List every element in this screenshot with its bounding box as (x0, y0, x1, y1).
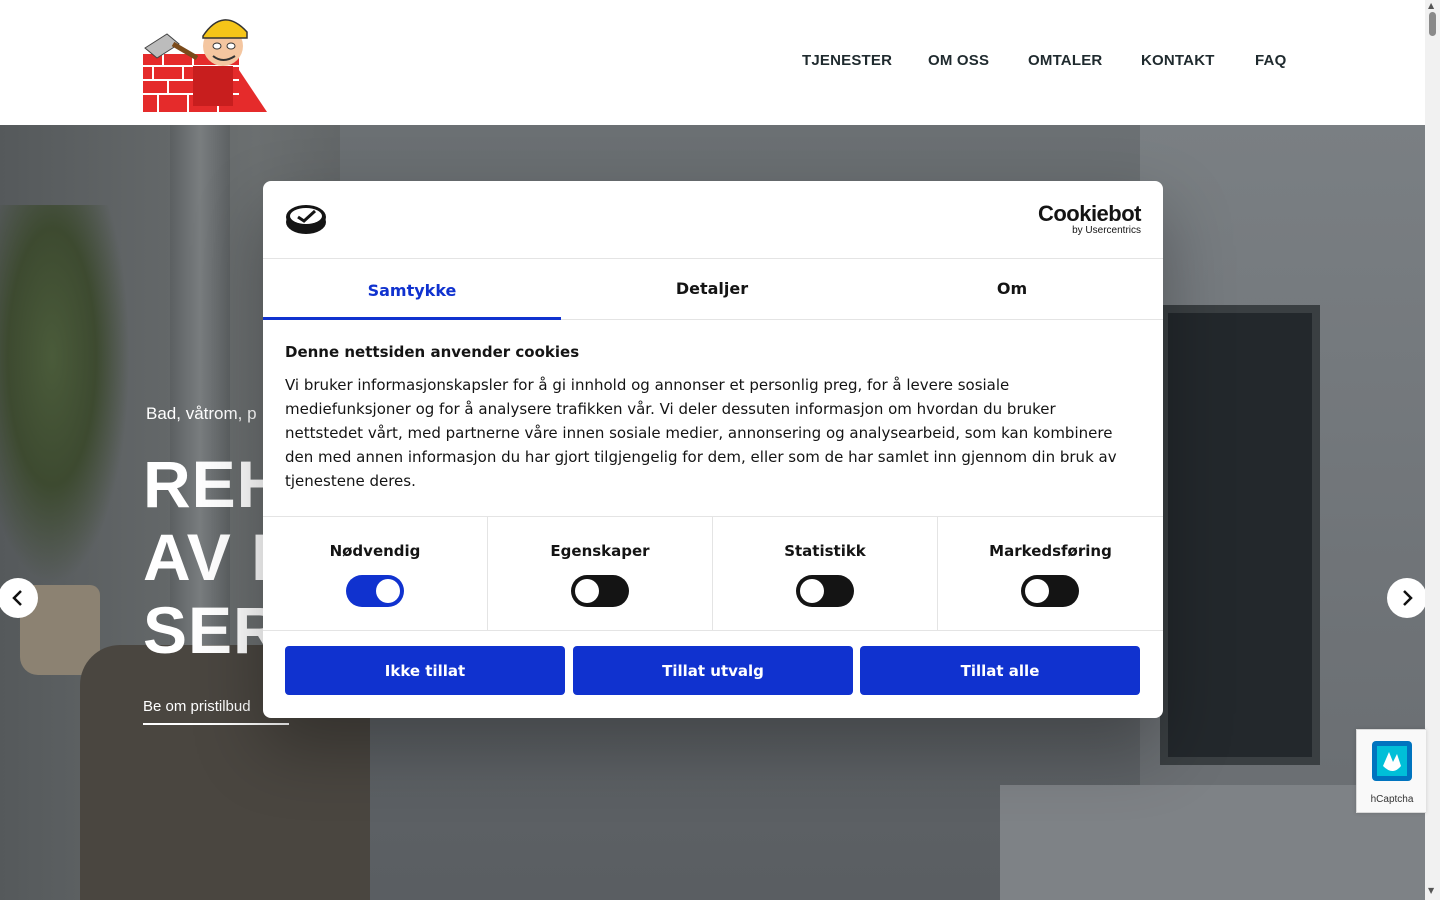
nav-item-tjenester[interactable]: TJENESTER (802, 52, 892, 69)
tab-samtykke[interactable]: Samtykke (263, 259, 561, 320)
nav-item-faq[interactable]: FAQ (1255, 52, 1286, 69)
toggle-label: Nødvendig (329, 542, 421, 560)
chevron-right-icon (1403, 590, 1413, 606)
tab-label: Detaljer (675, 279, 749, 298)
nav-item-om-oss[interactable]: OM OSS (928, 52, 989, 69)
tab-label: Om (996, 279, 1028, 298)
allow-all-button[interactable]: Tillat alle (860, 646, 1140, 695)
allow-selection-button[interactable]: Tillat utvalg (573, 646, 853, 695)
hcaptcha-icon (1372, 741, 1412, 781)
toggle-label: Egenskaper (550, 542, 650, 560)
hero-background-plant (0, 205, 130, 585)
marketing-toggle[interactable] (1021, 575, 1079, 607)
scroll-up-icon[interactable]: ▲ (1428, 1, 1434, 10)
necessary-toggle[interactable] (346, 575, 404, 607)
hcaptcha-badge[interactable]: hCaptcha (1356, 729, 1426, 813)
tab-label: Samtykke (367, 281, 457, 300)
dialog-body: Denne nettsiden anvender cookies Vi bruk… (285, 343, 1135, 493)
cookiebot-logo-icon (286, 205, 326, 234)
scrollbar-thumb[interactable] (1429, 12, 1436, 36)
cookiebot-brand-sub: by Usercentrics (1072, 225, 1141, 236)
main-nav: TJENESTER OM OSS OMTALER KONTAKT FAQ (0, 52, 1425, 72)
toggle-label: Statistikk (784, 542, 866, 560)
dialog-tabs: Samtykke Detaljer Om (263, 259, 1163, 320)
statistics-toggle[interactable] (796, 575, 854, 607)
hero-background-fireplace (1160, 305, 1320, 765)
toggle-group-necessary: Nødvendig (263, 517, 488, 631)
toggle-group-marketing: Markedsføring (938, 517, 1163, 631)
toggle-group-statistics: Statistikk (713, 517, 938, 631)
dialog-header: Cookiebot by Usercentrics (263, 181, 1163, 259)
scroll-down-icon[interactable]: ▼ (1428, 886, 1434, 895)
toggle-knob (1025, 579, 1049, 603)
cookiebot-brand[interactable]: Cookiebot by Usercentrics (1037, 201, 1142, 237)
toggle-label: Markedsføring (989, 542, 1112, 560)
page-scrollbar[interactable]: ▲ ▼ (1425, 0, 1440, 900)
consent-toggles: Nødvendig Egenskaper Statistikk Markedsf… (263, 516, 1163, 631)
nav-item-kontakt[interactable]: KONTAKT (1141, 52, 1215, 69)
toggle-group-preferences: Egenskaper (488, 517, 713, 631)
tab-detaljer[interactable]: Detaljer (563, 259, 861, 320)
hcaptcha-label: hCaptcha (1370, 794, 1414, 805)
hero-subtitle: Bad, våtrom, p (146, 404, 257, 423)
toggle-knob (376, 579, 400, 603)
deny-button[interactable]: Ikke tillat (285, 646, 565, 695)
site-header: TJENESTER OM OSS OMTALER KONTAKT FAQ (0, 0, 1425, 125)
preferences-toggle[interactable] (571, 575, 629, 607)
toggle-knob (800, 579, 824, 603)
toggle-knob (575, 579, 599, 603)
cookiebot-brand-name: Cookiebot (1037, 201, 1142, 226)
dialog-description: Vi bruker informasjonskapsler for å gi i… (285, 376, 1117, 490)
chevron-left-icon (12, 590, 22, 606)
nav-item-omtaler[interactable]: OMTALER (1028, 52, 1102, 69)
dialog-heading: Denne nettsiden anvender cookies (285, 343, 580, 361)
cookie-consent-dialog: Cookiebot by Usercentrics Samtykke Detal… (263, 181, 1163, 718)
slider-next-button[interactable] (1387, 578, 1427, 618)
tab-om[interactable]: Om (863, 259, 1161, 320)
